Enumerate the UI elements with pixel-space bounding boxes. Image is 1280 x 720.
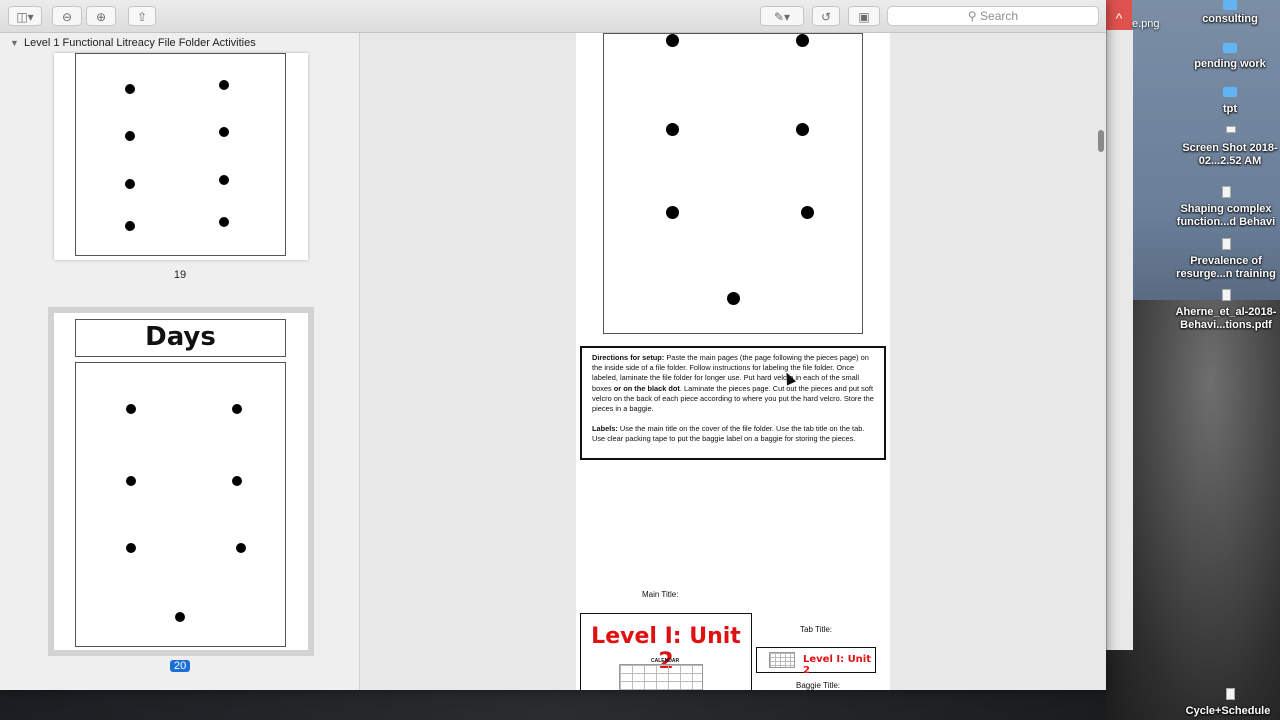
dot bbox=[219, 80, 229, 90]
toolbox-button[interactable]: ▣ bbox=[848, 6, 880, 26]
search-placeholder: Search bbox=[980, 9, 1019, 23]
sidebar-toggle-button[interactable]: ◫▾ bbox=[8, 6, 42, 26]
thumbnail-sidebar[interactable]: ▼ Level 1 Functional Litreacy File Folde… bbox=[0, 33, 360, 690]
directions-emphasis: or on the black dot bbox=[613, 383, 680, 393]
share-button[interactable]: ⇧ bbox=[128, 6, 156, 26]
pdf-page: Directions for setup: Paste the main pag… bbox=[576, 33, 890, 690]
toolbar: ◫▾ ⊖ ⊕ ⇧ ✎▾ ↺ ▣ ⚲ Search bbox=[0, 0, 1106, 33]
grid-frame bbox=[75, 362, 286, 647]
zoom-out-button[interactable]: ⊖ bbox=[52, 6, 82, 26]
dot bbox=[796, 123, 809, 136]
baggie-title-label: Baggie Title: bbox=[796, 681, 841, 690]
close-icon[interactable]: ^ bbox=[1106, 0, 1132, 30]
document-file-icon bbox=[1222, 238, 1231, 250]
dot bbox=[126, 476, 136, 486]
grid-frame bbox=[75, 53, 286, 256]
search-input[interactable]: ⚲ Search bbox=[887, 6, 1099, 26]
main-title-card: Level I: Unit 2 CALENDAR bbox=[580, 613, 752, 690]
dot bbox=[666, 34, 679, 47]
calendar-grid-icon bbox=[769, 652, 795, 668]
directions-heading: Directions for setup: bbox=[592, 353, 665, 362]
dot bbox=[219, 217, 229, 227]
dot bbox=[232, 476, 242, 486]
dot bbox=[175, 612, 185, 622]
scrollbar-thumb[interactable] bbox=[1098, 130, 1104, 152]
document-file-icon bbox=[1226, 688, 1235, 700]
background-window-title: e.png bbox=[1132, 18, 1160, 30]
grid-frame bbox=[603, 33, 863, 334]
folder-icon bbox=[1223, 43, 1237, 53]
image-file-icon bbox=[1226, 126, 1236, 133]
page-number-selected: 20 bbox=[170, 660, 191, 672]
page-number: 19 bbox=[173, 269, 187, 281]
folder-icon bbox=[1223, 87, 1237, 97]
dot bbox=[126, 404, 136, 414]
dot bbox=[125, 131, 135, 141]
document-view[interactable]: Directions for setup: Paste the main pag… bbox=[360, 33, 1106, 690]
preview-window: ◫▾ ⊖ ⊕ ⇧ ✎▾ ↺ ▣ ⚲ Search ▼ Level 1 Funct… bbox=[0, 0, 1106, 690]
dot bbox=[232, 404, 242, 414]
background-window[interactable] bbox=[1106, 30, 1133, 650]
dot bbox=[125, 84, 135, 94]
desktop-bottom bbox=[0, 690, 1106, 720]
dot bbox=[219, 127, 229, 137]
document-outline-header[interactable]: ▼ Level 1 Functional Litreacy File Folde… bbox=[0, 33, 359, 53]
dot bbox=[801, 206, 814, 219]
page-thumbnail-selected[interactable]: Days bbox=[48, 307, 314, 656]
dot bbox=[236, 543, 246, 553]
markup-button[interactable]: ✎▾ bbox=[760, 6, 804, 26]
document-file-icon bbox=[1222, 186, 1231, 198]
page-thumbnail[interactable] bbox=[54, 53, 308, 260]
folder-icon bbox=[1223, 0, 1237, 10]
labels-text: Use the main title on the cover of the f… bbox=[592, 424, 865, 444]
rotate-button[interactable]: ↺ bbox=[812, 6, 840, 26]
dot bbox=[219, 175, 229, 185]
desktop-icon-label: Prevalence of resurge...n training bbox=[1176, 255, 1276, 280]
dot bbox=[727, 292, 740, 305]
labels-heading: Labels: bbox=[592, 424, 618, 434]
directions-box: Directions for setup: Paste the main pag… bbox=[580, 346, 886, 460]
desktop-icon-label: Cycle+Schedule bbox=[1185, 705, 1271, 717]
document-title: Level 1 Functional Litreacy File Folder … bbox=[24, 37, 256, 49]
search-icon: ⚲ bbox=[967, 9, 977, 23]
calendar-grid-icon bbox=[619, 664, 703, 690]
desktop-icon-label: pending work bbox=[1194, 58, 1266, 70]
dot bbox=[125, 221, 135, 231]
main-title-label: Main Title: bbox=[642, 590, 679, 599]
dot bbox=[125, 179, 135, 189]
dot bbox=[666, 206, 679, 219]
desktop-icon-label: Shaping complex function...d Behavi bbox=[1176, 203, 1276, 228]
desktop-icon-label: Aherne_et_al-2018-Behavi...tions.pdf bbox=[1175, 306, 1277, 331]
tab-title-card: Level I: Unit 2 bbox=[756, 647, 876, 676]
dot bbox=[126, 543, 136, 553]
page-heading: Days bbox=[145, 322, 216, 352]
tab-unit-title: Level I: Unit 2 bbox=[803, 654, 872, 676]
desktop-icon-label: Screen Shot 2018-02...2.52 AM bbox=[1182, 142, 1278, 167]
dot bbox=[796, 34, 809, 47]
dot bbox=[666, 123, 679, 136]
pdf-file-icon bbox=[1222, 289, 1231, 301]
desktop-icon-label: tpt bbox=[1222, 103, 1238, 115]
tab-title-label: Tab Title: bbox=[800, 625, 833, 634]
zoom-in-button[interactable]: ⊕ bbox=[86, 6, 116, 26]
disclosure-triangle-icon[interactable]: ▼ bbox=[10, 33, 19, 53]
desktop-icon-label: consulting bbox=[1202, 13, 1258, 25]
